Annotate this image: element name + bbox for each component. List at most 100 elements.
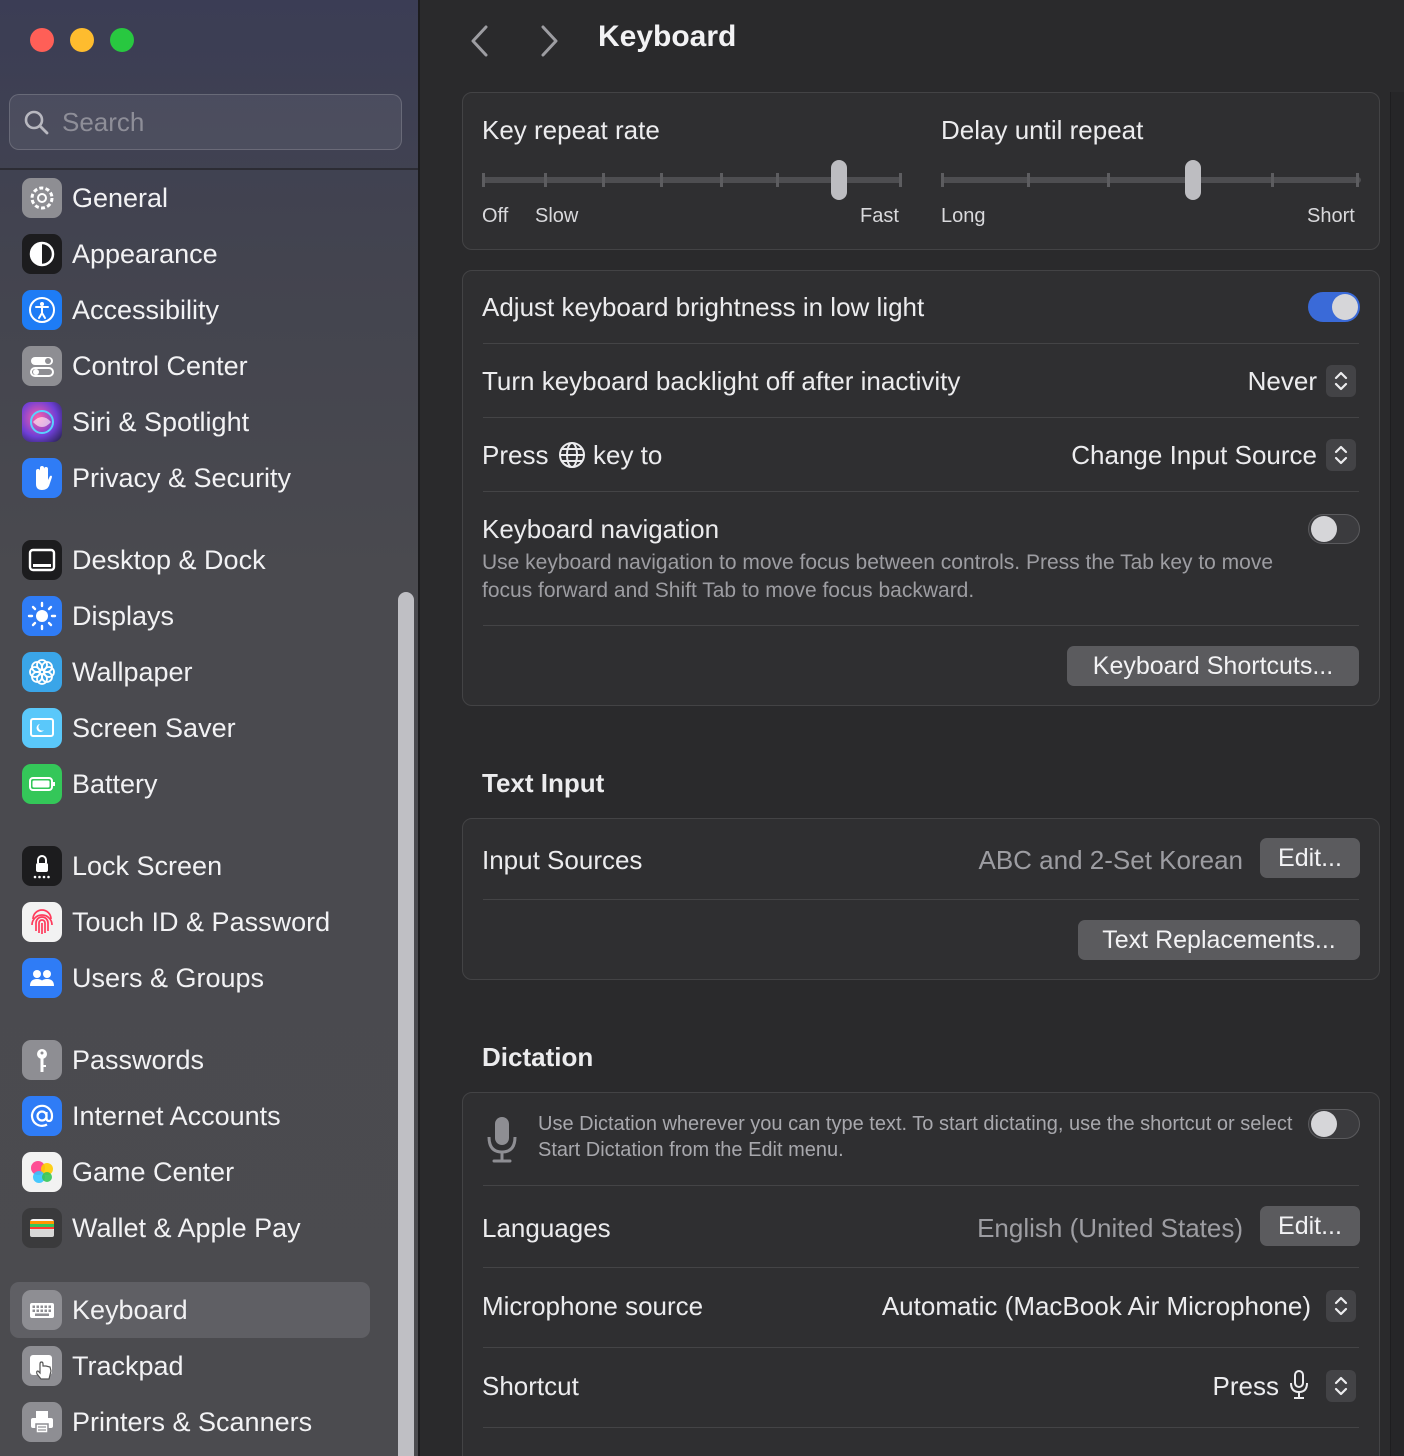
lock-icon [22, 846, 62, 886]
sidebar-item-label: Accessibility [72, 294, 220, 325]
backlight-popup-value[interactable]: Never [1248, 366, 1317, 397]
input-sources-edit-button[interactable]: Edit... [1260, 838, 1360, 878]
sidebar-item-control-center[interactable]: Control Center [10, 338, 370, 394]
sidebar-item-battery[interactable]: Battery [10, 756, 370, 812]
sidebar-item-appearance[interactable]: Appearance [10, 226, 370, 282]
key-repeat-slider-knob[interactable] [831, 160, 847, 200]
sidebar-item-displays[interactable]: Displays [10, 588, 370, 644]
sidebar-item-passwords[interactable]: Passwords [10, 1032, 370, 1088]
sidebar-item-siri-spotlight[interactable]: Siri & Spotlight [10, 394, 370, 450]
languages-edit-button[interactable]: Edit... [1260, 1206, 1360, 1246]
close-window-button[interactable] [30, 28, 54, 52]
appearance-icon [22, 234, 62, 274]
sidebar-item-label: Trackpad [72, 1350, 184, 1381]
sidebar-item-general[interactable]: General [10, 170, 370, 226]
sidebar-item-label: Desktop & Dock [72, 544, 266, 575]
dock-icon [22, 540, 62, 580]
input-sources-label: Input Sources [482, 845, 643, 875]
backlight-label: Turn keyboard backlight off after inacti… [482, 366, 961, 396]
search-icon [10, 109, 62, 135]
sidebar-item-users-groups[interactable]: Users & Groups [10, 950, 370, 1006]
sidebar: General Appearance Accessibility Control… [0, 0, 420, 1456]
sidebar-item-internet-accounts[interactable]: Internet Accounts [10, 1088, 370, 1144]
sidebar-item-touch-id[interactable]: Touch ID & Password [10, 894, 370, 950]
minimize-window-button[interactable] [70, 28, 94, 52]
control-center-icon [22, 346, 62, 386]
game-center-icon [22, 1152, 62, 1192]
search-input[interactable] [62, 106, 382, 138]
accessibility-icon [22, 290, 62, 330]
globe-icon [558, 441, 586, 474]
globe-key-label-pre: Press [482, 440, 549, 470]
flower-icon [22, 652, 62, 692]
sun-icon [22, 596, 62, 636]
sidebar-item-label: Privacy & Security [72, 462, 292, 493]
up-down-chevron-icon [1334, 1296, 1348, 1316]
sidebar-item-trackpad[interactable]: Trackpad [10, 1338, 370, 1394]
sidebar-item-label: General [72, 182, 169, 213]
shortcut-value[interactable]: Press [1213, 1371, 1279, 1402]
users-icon [22, 958, 62, 998]
dictation-heading: Dictation [482, 1042, 594, 1072]
sidebar-item-wallet[interactable]: Wallet & Apple Pay [10, 1200, 370, 1256]
delay-repeat-slider-knob[interactable] [1185, 160, 1201, 200]
sidebar-item-label: Game Center [72, 1156, 235, 1187]
sidebar-item-label: Users & Groups [72, 962, 265, 993]
dictation-card: Use Dictation wherever you can type text… [462, 1092, 1380, 1456]
sidebar-item-label: Keyboard [72, 1294, 188, 1325]
globe-key-popup-value[interactable]: Change Input Source [1071, 440, 1317, 471]
keyboard-nav-label: Keyboard navigation [482, 514, 720, 544]
shortcut-popup-button[interactable] [1326, 1370, 1356, 1402]
microphone-source-label: Microphone source [482, 1291, 704, 1321]
microphone-key-icon [1288, 1369, 1310, 1406]
main-scrollbar[interactable] [1390, 92, 1404, 1456]
chevron-left-icon [471, 25, 488, 57]
sidebar-item-wallpaper[interactable]: Wallpaper [10, 644, 370, 700]
sidebar-item-lock-screen[interactable]: Lock Screen [10, 838, 370, 894]
sidebar-item-privacy-security[interactable]: Privacy & Security [10, 450, 370, 506]
printer-icon [22, 1402, 62, 1442]
sidebar-item-game-center[interactable]: Game Center [10, 1144, 370, 1200]
brightness-toggle[interactable] [1308, 292, 1360, 322]
sidebar-item-keyboard[interactable]: Keyboard [10, 1282, 370, 1338]
back-button[interactable] [466, 24, 496, 58]
sidebar-item-label: Siri & Spotlight [72, 406, 250, 437]
languages-value: English (United States) [977, 1213, 1243, 1243]
microphone-source-value[interactable]: Automatic (MacBook Air Microphone) [882, 1291, 1311, 1322]
keyboard-shortcuts-button[interactable]: Keyboard Shortcuts... [1067, 646, 1359, 686]
forward-button[interactable] [535, 24, 565, 58]
brightness-label: Adjust keyboard brightness in low light [482, 292, 925, 322]
keyboard-nav-toggle[interactable] [1308, 514, 1360, 544]
sidebar-item-label: Wallpaper [72, 656, 193, 687]
hand-icon [22, 458, 62, 498]
sidebar-item-label: Control Center [72, 350, 248, 381]
sidebar-item-accessibility[interactable]: Accessibility [10, 282, 370, 338]
sidebar-item-label: Passwords [72, 1044, 205, 1075]
sidebar-item-label: Wallet & Apple Pay [72, 1212, 301, 1243]
microphone-icon [485, 1115, 519, 1170]
microphone-source-popup-button[interactable] [1326, 1290, 1356, 1322]
delay-repeat-label: Delay until repeat [941, 115, 1144, 145]
shortcut-label: Shortcut [482, 1371, 579, 1401]
main-pane: Keyboard Key repeat rate Delay until rep… [422, 0, 1404, 1456]
repeat-settings-card: Key repeat rate Delay until repeat Off S… [462, 92, 1380, 250]
input-sources-value: ABC and 2-Set Korean [978, 845, 1244, 875]
slider-fast-label: Fast [860, 205, 899, 227]
search-field[interactable] [9, 94, 402, 150]
sidebar-item-desktop-dock[interactable]: Desktop & Dock [10, 532, 370, 588]
zoom-window-button[interactable] [110, 28, 134, 52]
globe-key-label-post: key to [593, 440, 663, 470]
dictation-toggle[interactable] [1308, 1109, 1360, 1139]
text-replacements-button[interactable]: Text Replacements... [1078, 920, 1360, 960]
sidebar-item-printers-scanners[interactable]: Printers & Scanners [10, 1394, 370, 1450]
up-down-chevron-icon [1334, 1376, 1348, 1396]
sidebar-scrollbar[interactable] [398, 592, 414, 1456]
backlight-popup-button[interactable] [1326, 365, 1356, 397]
sidebar-item-screen-saver[interactable]: Screen Saver [10, 700, 370, 756]
sidebar-item-label: Printers & Scanners [72, 1406, 313, 1437]
keyboard-options-card: Adjust keyboard brightness in low light … [462, 270, 1380, 706]
slider-short-label: Short [1307, 205, 1355, 227]
sidebar-item-label: Lock Screen [72, 850, 223, 881]
slider-long-label: Long [941, 205, 986, 227]
globe-key-popup-button[interactable] [1326, 439, 1356, 471]
